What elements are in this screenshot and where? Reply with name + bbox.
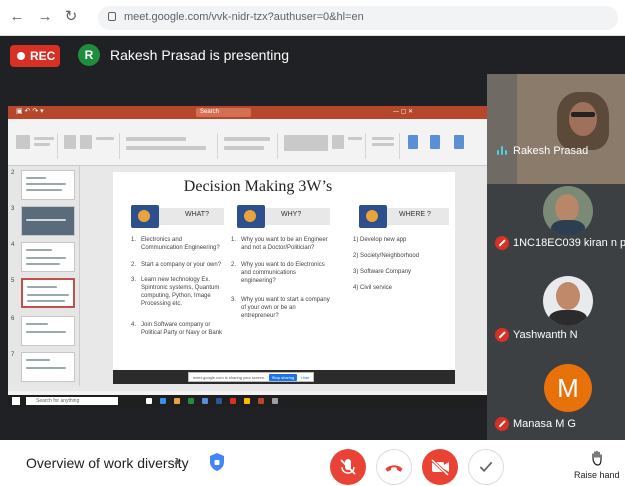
ppt-search[interactable]: Search — [196, 108, 251, 117]
slide-thumb[interactable] — [21, 206, 75, 236]
participant-tile[interactable]: Yashwanth N — [487, 274, 625, 356]
meeting-controls-bar: Overview of work diversity ▲ Raise hand — [0, 440, 625, 486]
taskbar-app-icon[interactable] — [202, 398, 208, 404]
stop-sharing-button[interactable]: Stop sharing — [269, 374, 297, 381]
forward-icon[interactable]: → — [36, 8, 54, 26]
participant-tile[interactable]: 1NC18EC039 kiran n patil — [487, 184, 625, 274]
presenter-avatar: R — [78, 44, 100, 66]
meeting-title[interactable]: Overview of work diversity — [26, 455, 189, 471]
slide-thumb[interactable] — [21, 170, 75, 200]
participant-avatar: M — [544, 364, 592, 412]
windows-start-icon[interactable] — [12, 397, 20, 405]
presenter-text: Rakesh Prasad is presenting — [110, 47, 289, 63]
participant-avatar — [543, 276, 593, 326]
participant-name: Yashwanth N — [513, 329, 578, 341]
meet-header: REC R Rakesh Prasad is presenting — [0, 36, 625, 74]
ppt-ribbon — [8, 129, 487, 166]
record-dot-icon — [17, 52, 25, 60]
participant-avatar — [543, 186, 593, 236]
taskbar-app-icon[interactable] — [230, 398, 236, 404]
shared-screen: ▣ ↶ ↷ ▾ Search — ▢ ✕ 2 3 4 5 6 7 Decisio… — [8, 106, 487, 407]
slide-thumb-selected[interactable] — [21, 278, 75, 308]
column-icon — [237, 205, 265, 228]
ppt-tabs — [8, 119, 487, 129]
share-notice-bar: meet.google.com is sharing your screen. … — [188, 372, 314, 382]
lock-icon — [108, 12, 116, 21]
slide-title: Decision Making 3W’s — [183, 178, 333, 195]
shield-icon[interactable] — [208, 452, 226, 472]
column-header-where: WHERE ? — [359, 205, 454, 228]
taskbar-app-icon[interactable] — [160, 398, 166, 404]
raise-hand-label[interactable]: Raise hand — [574, 470, 620, 480]
ppt-titlebar: ▣ ↶ ↷ ▾ Search — ▢ ✕ — [8, 106, 487, 119]
taskbar-search[interactable]: Search for anything — [26, 397, 118, 405]
reload-icon[interactable]: ↻ — [62, 8, 80, 26]
present-button[interactable] — [468, 449, 504, 485]
slide-thumb[interactable] — [21, 242, 75, 272]
hide-button[interactable]: Hide — [301, 373, 309, 383]
taskbar-app-icon[interactable] — [244, 398, 250, 404]
ppt-quick-access: ▣ ↶ ↷ ▾ — [16, 108, 44, 115]
slide-editor: Decision Making 3W’s WHAT? 1. Electronic… — [80, 166, 487, 391]
taskbar-app-icon[interactable] — [258, 398, 264, 404]
share-notice-text: meet.google.com is sharing your screen. — [193, 375, 266, 380]
taskbar-app-icon[interactable] — [272, 398, 278, 404]
participant-tile-presenter[interactable]: Rakesh Prasad — [487, 74, 625, 184]
participant-name: Rakesh Prasad — [513, 145, 589, 157]
rec-label: REC — [30, 49, 56, 63]
presenter-video — [557, 92, 609, 150]
leave-call-button[interactable] — [376, 449, 412, 485]
raise-hand-icon[interactable] — [590, 450, 604, 466]
chevron-up-icon[interactable]: ▲ — [172, 455, 183, 467]
current-slide: Decision Making 3W’s WHAT? 1. Electronic… — [113, 172, 455, 384]
participant-tile[interactable]: M Manasa M G — [487, 356, 625, 440]
mic-off-icon — [495, 328, 509, 342]
column-header-what: WHAT? — [131, 205, 226, 228]
camera-off-icon — [430, 458, 450, 477]
recording-badge: REC — [10, 45, 60, 67]
windows-taskbar: Search for anything — [8, 395, 487, 407]
slide-thumb[interactable] — [21, 352, 75, 382]
column-icon — [131, 205, 159, 228]
present-icon — [479, 461, 493, 473]
ppt-window-controls: — ▢ ✕ — [393, 109, 414, 115]
taskbar-app-icon[interactable] — [146, 398, 152, 404]
taskbar-app-icon[interactable] — [188, 398, 194, 404]
participant-name: Manasa M G — [513, 418, 576, 430]
meet-window: { "browser": { "url": "meet.google.com/v… — [0, 0, 625, 486]
taskbar-app-icon[interactable] — [216, 398, 222, 404]
camera-toggle-button[interactable] — [422, 449, 458, 485]
address-bar[interactable]: meet.google.com/vvk-nidr-tzx?authuser=0&… — [98, 6, 618, 30]
mic-off-icon — [495, 236, 509, 250]
mic-off-icon — [340, 459, 356, 475]
back-icon[interactable]: ← — [8, 8, 26, 26]
speaking-icon — [495, 144, 509, 158]
slide-thumbnails: 2 3 4 5 6 7 — [8, 166, 80, 386]
browser-toolbar: ← → ↻ meet.google.com/vvk-nidr-tzx?authu… — [0, 0, 625, 36]
mic-off-icon — [495, 417, 509, 431]
column-icon — [359, 205, 387, 228]
slide-thumb[interactable] — [21, 316, 75, 346]
taskbar-app-icon[interactable] — [174, 398, 180, 404]
mic-toggle-button[interactable] — [330, 449, 366, 485]
url-text: meet.google.com/vvk-nidr-tzx?authuser=0&… — [124, 11, 364, 23]
column-header-why: WHY? — [237, 205, 332, 228]
participant-name: 1NC18EC039 kiran n patil — [513, 237, 625, 249]
hangup-icon — [385, 465, 403, 472]
